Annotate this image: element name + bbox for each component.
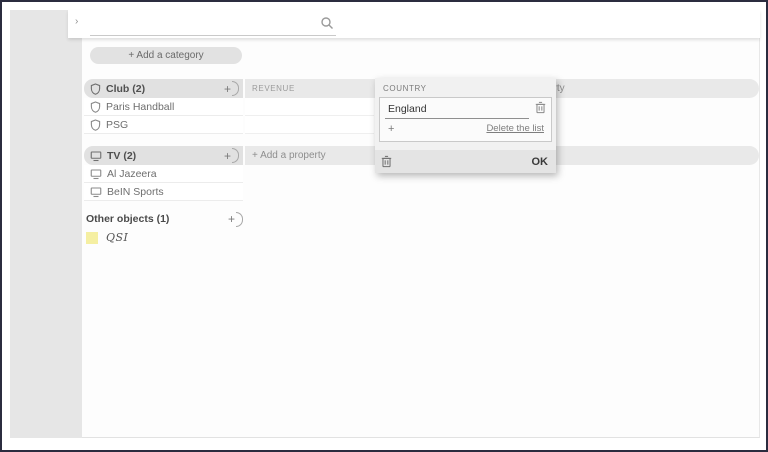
search-icon bbox=[320, 16, 334, 30]
plus-icon: + bbox=[223, 148, 231, 163]
search-input[interactable] bbox=[90, 14, 336, 36]
delete-value-trash-icon[interactable] bbox=[535, 101, 546, 114]
delete-property-trash-icon[interactable] bbox=[381, 155, 392, 168]
shield-icon bbox=[90, 100, 101, 113]
app-window: › + Add a category Club (2) + REVENUE + … bbox=[0, 0, 768, 452]
list-item-qsi[interactable]: QSI bbox=[84, 230, 128, 245]
add-category-button[interactable]: + Add a category bbox=[90, 47, 242, 64]
revenue-cell-paris-handball[interactable] bbox=[245, 98, 374, 116]
country-property-popup: COUNTRY + Delete the list bbox=[375, 78, 556, 173]
ok-button[interactable]: OK bbox=[532, 156, 549, 168]
country-value-input[interactable] bbox=[385, 101, 529, 119]
tv-icon bbox=[90, 168, 102, 180]
list-item-al-jazeera[interactable]: Al Jazeera bbox=[84, 165, 243, 183]
add-value-button[interactable]: + bbox=[388, 123, 394, 134]
item-label: QSI bbox=[106, 231, 129, 244]
other-objects-header: Other objects (1) + bbox=[84, 210, 243, 228]
add-club-item-button[interactable]: + bbox=[224, 81, 239, 97]
category-label: TV (2) bbox=[107, 149, 137, 162]
item-label: Al Jazeera bbox=[107, 167, 157, 180]
left-sidebar bbox=[10, 10, 82, 438]
list-item-paris-handball[interactable]: Paris Handball bbox=[84, 98, 243, 116]
collapse-sidebar-chevron-icon[interactable]: › bbox=[75, 16, 78, 27]
category-header-club[interactable]: Club (2) + bbox=[84, 79, 243, 98]
add-tv-item-button[interactable]: + bbox=[224, 148, 239, 164]
property-header-revenue[interactable]: REVENUE bbox=[252, 84, 295, 93]
revenue-cell-psg[interactable] bbox=[245, 116, 374, 134]
popup-title: COUNTRY bbox=[383, 84, 427, 93]
item-label: BeIN Sports bbox=[107, 185, 164, 198]
tv-icon bbox=[90, 186, 102, 198]
list-item-bein-sports[interactable]: BeIN Sports bbox=[84, 183, 243, 201]
other-objects-label: Other objects (1) bbox=[86, 213, 170, 225]
category-label: Club (2) bbox=[106, 82, 146, 95]
add-other-object-button[interactable]: + bbox=[228, 211, 243, 227]
delete-list-link[interactable]: Delete the list bbox=[486, 123, 544, 134]
shield-icon bbox=[90, 82, 101, 95]
top-search-bar: › bbox=[68, 10, 760, 38]
tv-icon bbox=[90, 150, 102, 162]
shield-icon bbox=[90, 118, 101, 131]
item-label: PSG bbox=[106, 118, 129, 131]
list-item-psg[interactable]: PSG bbox=[84, 116, 243, 134]
half-circle-icon bbox=[232, 81, 239, 96]
item-label: Paris Handball bbox=[106, 100, 175, 113]
value-list-box: + Delete the list bbox=[379, 97, 552, 142]
popup-footer: OK bbox=[375, 150, 556, 173]
plus-icon: + bbox=[223, 81, 231, 96]
half-circle-icon bbox=[236, 211, 243, 227]
color-swatch bbox=[86, 231, 98, 244]
add-property-button-tv[interactable]: + Add a property bbox=[252, 150, 326, 161]
category-header-tv[interactable]: TV (2) + bbox=[84, 146, 243, 165]
plus-icon: + bbox=[227, 212, 235, 226]
half-circle-icon bbox=[232, 148, 239, 163]
